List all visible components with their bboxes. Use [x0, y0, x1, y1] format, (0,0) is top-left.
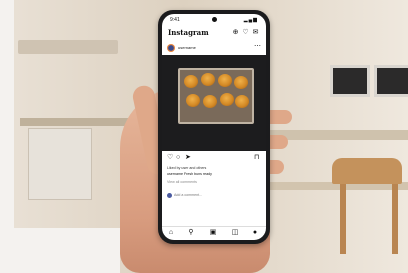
reels-icon[interactable]: ▣	[208, 229, 218, 237]
search-icon[interactable]: ⚲	[186, 229, 196, 237]
bun	[203, 95, 217, 108]
kitchen-cabinet	[28, 128, 92, 200]
smartphone: 9:41 ▂▄▆ Instagram ⊕ ♡ ✉ username ⋯ ♡ ○ …	[158, 10, 270, 244]
view-comments-link[interactable]: View all comments	[167, 180, 257, 185]
bottom-tab-bar: ⌂ ⚲ ▣ ◫ ●	[162, 226, 266, 239]
likes-line: Liked by user and others	[167, 166, 207, 170]
plus-icon[interactable]: ⊕	[232, 29, 239, 36]
heart-icon[interactable]: ♡	[242, 29, 249, 36]
caption-line: username Fresh buns ready	[167, 172, 212, 176]
frame-edge-bottom	[0, 228, 120, 273]
comment-icon[interactable]: ○	[176, 153, 180, 162]
bun	[235, 95, 249, 108]
status-time: 9:41	[170, 17, 180, 23]
avatar	[167, 193, 172, 198]
bun	[234, 76, 248, 89]
bun	[218, 74, 232, 87]
app-logo: Instagram	[168, 28, 209, 37]
oven	[374, 65, 408, 97]
more-icon[interactable]: ⋯	[254, 43, 261, 50]
kitchen-shelf	[18, 40, 118, 54]
post-username[interactable]: username	[178, 45, 196, 50]
avatar[interactable]	[167, 44, 175, 52]
app-header: Instagram ⊕ ♡ ✉	[162, 26, 266, 40]
home-icon[interactable]: ⌂	[166, 229, 176, 237]
kitchen-counter-left	[20, 118, 130, 126]
chair-leg	[340, 184, 346, 254]
heart-icon[interactable]: ♡	[167, 153, 173, 162]
bun	[186, 94, 200, 107]
add-comment-field[interactable]: Add a comment...	[174, 193, 202, 197]
bookmark-icon[interactable]: ⊓	[254, 153, 259, 162]
profile-icon[interactable]: ●	[250, 229, 260, 237]
post-image[interactable]	[162, 55, 266, 151]
chair	[332, 158, 402, 184]
baking-tray	[178, 68, 254, 124]
kitchen-counter-right	[270, 130, 408, 140]
chair-leg	[392, 184, 398, 254]
bun	[201, 73, 215, 86]
status-bar: 9:41 ▂▄▆	[162, 14, 266, 26]
share-icon[interactable]: ➤	[185, 153, 191, 162]
post-header: username ⋯	[162, 42, 266, 54]
phone-screen: 9:41 ▂▄▆ Instagram ⊕ ♡ ✉ username ⋯ ♡ ○ …	[162, 14, 266, 240]
oven	[330, 65, 370, 97]
shop-icon[interactable]: ◫	[230, 229, 240, 237]
bun	[184, 75, 198, 88]
post-actions: ♡ ○ ➤ ⊓	[162, 153, 266, 163]
messenger-icon[interactable]: ✉	[252, 29, 259, 36]
signal-icon: ▂▄▆	[243, 17, 258, 23]
bun	[220, 93, 234, 106]
